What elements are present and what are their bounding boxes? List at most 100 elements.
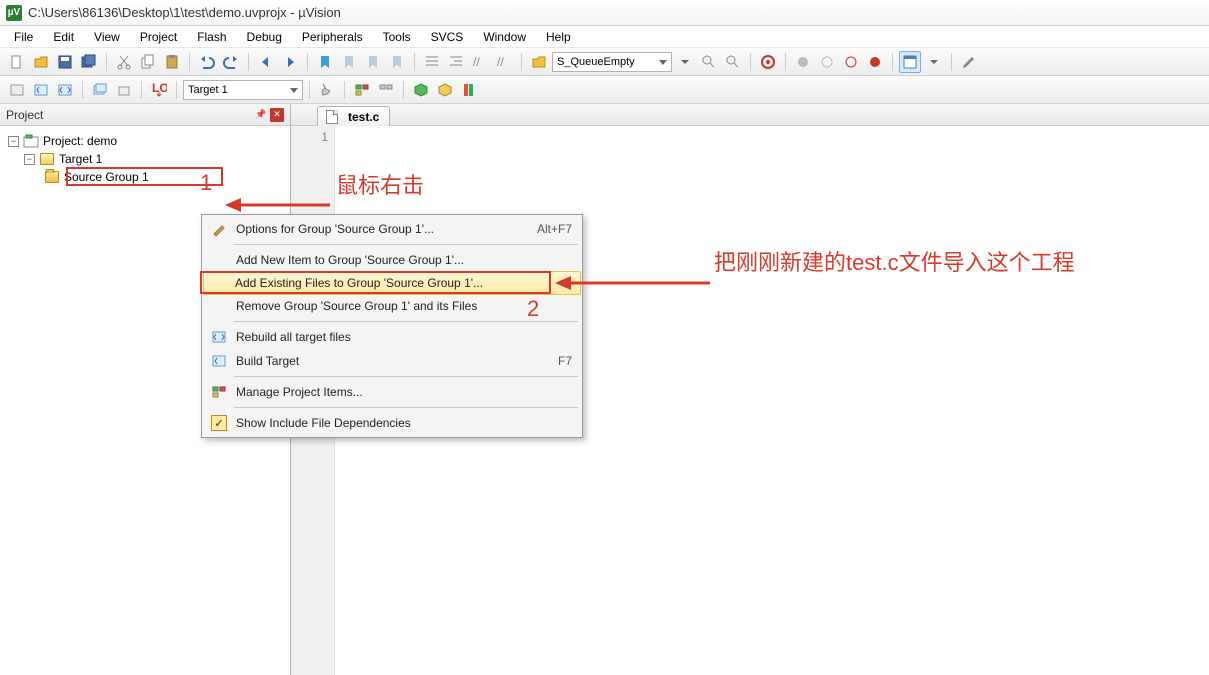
toolbar-separator bbox=[414, 53, 415, 71]
manage-items-icon[interactable] bbox=[351, 79, 373, 101]
ctx-rebuild-all[interactable]: Rebuild all target files bbox=[204, 325, 580, 349]
ctx-label: Show Include File Dependencies bbox=[232, 416, 572, 430]
paste-icon[interactable] bbox=[161, 51, 183, 73]
toolbar-separator bbox=[189, 53, 190, 71]
ctx-separator bbox=[234, 244, 578, 245]
main-area: Project 📌 ✕ − Project: demo − Target 1 S… bbox=[0, 104, 1209, 675]
rebuild-icon bbox=[206, 329, 232, 345]
undo-icon[interactable] bbox=[196, 51, 218, 73]
collapse-icon[interactable]: − bbox=[8, 136, 19, 147]
ctx-label: Build Target bbox=[232, 354, 550, 368]
pin-icon[interactable]: 📌 bbox=[254, 108, 268, 122]
menu-tools[interactable]: Tools bbox=[373, 28, 421, 46]
download-icon[interactable]: LOAD bbox=[148, 79, 170, 101]
manage-icon bbox=[206, 384, 232, 400]
build-icon[interactable] bbox=[30, 79, 52, 101]
uncomment-icon[interactable]: // bbox=[493, 51, 515, 73]
ctx-show-include-deps[interactable]: ✓ Show Include File Dependencies bbox=[204, 411, 580, 435]
batch-build-icon[interactable] bbox=[89, 79, 111, 101]
collapse-icon[interactable]: − bbox=[24, 154, 35, 165]
incremental-find-icon[interactable] bbox=[722, 51, 744, 73]
menu-view[interactable]: View bbox=[84, 28, 130, 46]
toolbar-separator bbox=[951, 53, 952, 71]
toolbar-separator bbox=[309, 81, 310, 99]
editor-tab-testc[interactable]: test.c bbox=[317, 106, 390, 126]
ctx-add-new-item[interactable]: Add New Item to Group 'Source Group 1'..… bbox=[204, 248, 580, 272]
manage-multi-icon[interactable] bbox=[375, 79, 397, 101]
redo-icon[interactable] bbox=[220, 51, 242, 73]
breakpoint-enable-icon[interactable] bbox=[816, 51, 838, 73]
tree-project-root[interactable]: − Project: demo bbox=[4, 132, 286, 150]
indent-icon[interactable] bbox=[421, 51, 443, 73]
ctx-remove-group[interactable]: Remove Group 'Source Group 1' and its Fi… bbox=[204, 294, 580, 318]
cut-icon[interactable] bbox=[113, 51, 135, 73]
rte-icon[interactable] bbox=[434, 79, 456, 101]
toolbar-separator bbox=[785, 53, 786, 71]
options-icon[interactable] bbox=[316, 79, 338, 101]
toolbar-separator bbox=[521, 53, 522, 71]
breakpoint-insert-icon[interactable] bbox=[792, 51, 814, 73]
comment-icon[interactable]: // bbox=[469, 51, 491, 73]
bookmark-prev-icon[interactable] bbox=[338, 51, 360, 73]
menu-project[interactable]: Project bbox=[130, 28, 187, 46]
menu-window[interactable]: Window bbox=[473, 28, 536, 46]
open-file-icon[interactable] bbox=[30, 51, 52, 73]
bookmark-next-icon[interactable] bbox=[362, 51, 384, 73]
ctx-manage-project-items[interactable]: Manage Project Items... bbox=[204, 380, 580, 404]
debug-icon[interactable] bbox=[757, 51, 779, 73]
project-panel-title: Project bbox=[6, 108, 43, 122]
new-file-icon[interactable] bbox=[6, 51, 28, 73]
menu-edit[interactable]: Edit bbox=[43, 28, 84, 46]
menu-peripherals[interactable]: Peripherals bbox=[292, 28, 373, 46]
svg-text://: // bbox=[473, 55, 480, 69]
menu-flash[interactable]: Flash bbox=[187, 28, 236, 46]
ctx-separator bbox=[234, 376, 578, 377]
find-in-files-icon[interactable] bbox=[528, 51, 550, 73]
nav-forward-icon[interactable] bbox=[279, 51, 301, 73]
toolbar-separator bbox=[403, 81, 404, 99]
books-icon[interactable] bbox=[458, 79, 480, 101]
bookmark-icon[interactable] bbox=[314, 51, 336, 73]
folder-icon bbox=[44, 170, 60, 184]
bookmark-clear-icon[interactable] bbox=[386, 51, 408, 73]
menu-help[interactable]: Help bbox=[536, 28, 581, 46]
menu-file[interactable]: File bbox=[4, 28, 43, 46]
menu-svcs[interactable]: SVCS bbox=[421, 28, 474, 46]
pack-installer-icon[interactable] bbox=[410, 79, 432, 101]
toolbar-separator bbox=[176, 81, 177, 99]
configure-icon[interactable] bbox=[958, 51, 980, 73]
ctx-build-target[interactable]: Build Target F7 bbox=[204, 349, 580, 373]
tree-target[interactable]: − Target 1 bbox=[4, 150, 286, 168]
breakpoint-disable-icon[interactable] bbox=[840, 51, 862, 73]
ctx-label: Options for Group 'Source Group 1'... bbox=[232, 222, 529, 236]
copy-icon[interactable] bbox=[137, 51, 159, 73]
save-icon[interactable] bbox=[54, 51, 76, 73]
toolbar-build: LOAD Target 1 bbox=[0, 76, 1209, 104]
nav-back-icon[interactable] bbox=[255, 51, 277, 73]
project-panel-header: Project 📌 ✕ bbox=[0, 104, 290, 126]
menu-debug[interactable]: Debug bbox=[237, 28, 292, 46]
tree-source-group[interactable]: Source Group 1 bbox=[4, 168, 286, 186]
outdent-icon[interactable] bbox=[445, 51, 467, 73]
svg-text://: // bbox=[497, 55, 504, 69]
find-combo[interactable]: S_QueueEmpty bbox=[552, 52, 672, 72]
ctx-separator bbox=[234, 321, 578, 322]
close-icon[interactable]: ✕ bbox=[270, 108, 284, 122]
rebuild-icon[interactable] bbox=[54, 79, 76, 101]
window-layout-icon[interactable] bbox=[899, 51, 921, 73]
toolbar-separator bbox=[750, 53, 751, 71]
stop-build-icon[interactable] bbox=[113, 79, 135, 101]
tree-label: Target 1 bbox=[59, 152, 102, 166]
breakpoint-kill-icon[interactable] bbox=[864, 51, 886, 73]
find-dropdown-icon[interactable] bbox=[674, 51, 696, 73]
save-all-icon[interactable] bbox=[78, 51, 100, 73]
ctx-label: Manage Project Items... bbox=[232, 385, 572, 399]
find-next-icon[interactable] bbox=[698, 51, 720, 73]
ctx-add-existing-files[interactable]: Add Existing Files to Group 'Source Grou… bbox=[203, 271, 581, 295]
layout-dropdown-icon[interactable] bbox=[923, 51, 945, 73]
line-number: 1 bbox=[291, 130, 328, 144]
ctx-label: Remove Group 'Source Group 1' and its Fi… bbox=[232, 299, 572, 313]
ctx-options-for-group[interactable]: Options for Group 'Source Group 1'... Al… bbox=[204, 217, 580, 241]
target-combo[interactable]: Target 1 bbox=[183, 80, 303, 100]
translate-icon[interactable] bbox=[6, 79, 28, 101]
